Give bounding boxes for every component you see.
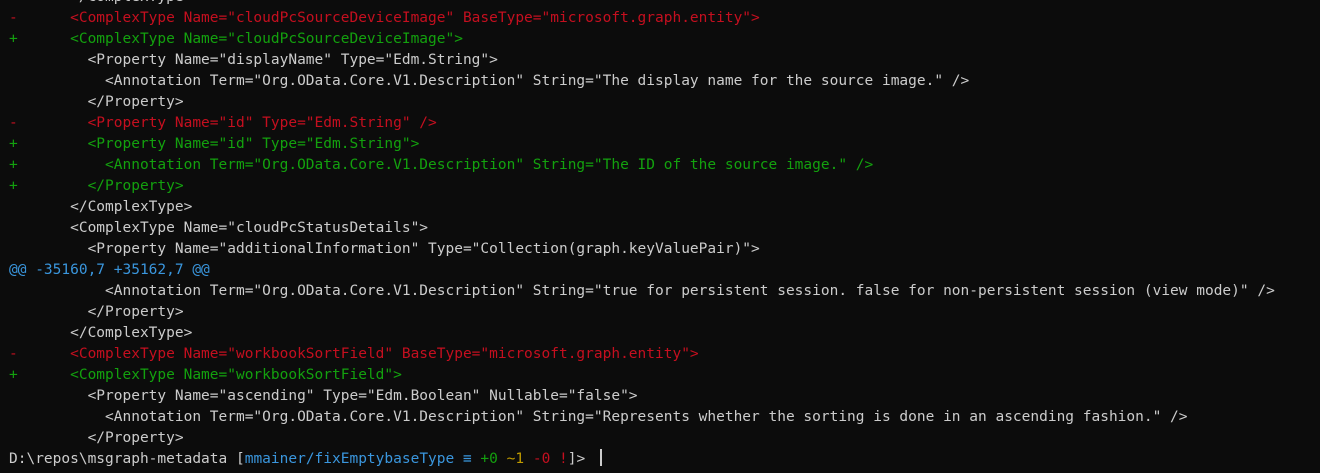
diff-context-line: <Property Name="ascending" Type="Edm.Boo… <box>9 388 638 404</box>
diff-context-line: <Property Name="displayName" Type="Edm.S… <box>9 52 498 68</box>
diff-context-line: <Annotation Term="Org.OData.Core.V1.Desc… <box>9 283 1275 299</box>
diff-context-line: </Property> <box>9 94 184 110</box>
diff-added-line: + <Annotation Term="Org.OData.Core.V1.De… <box>9 157 874 173</box>
diff-context-line: <Annotation Term="Org.OData.Core.V1.Desc… <box>9 409 1188 425</box>
diff-context-line: <ComplexType Name="cloudPcStatusDetails"… <box>9 220 429 236</box>
prompt-close-bracket: ]> <box>567 451 594 467</box>
diff-context-line: </ComplexType> <box>0 0 1320 8</box>
terminal-window[interactable]: </ComplexType> - <ComplexType Name="cloud… <box>0 0 1320 473</box>
git-stat-deleted: -0 <box>524 451 551 467</box>
git-stat-modified: ~1 <box>497 451 525 467</box>
diff-added-line: + </Property> <box>9 178 184 194</box>
diff-added-line: + <Property Name="id" Type="Edm.String"> <box>9 136 420 152</box>
diff-context-line: </Property> <box>9 304 184 320</box>
git-stat-added: +0 <box>471 451 498 467</box>
prompt-open-bracket: [ <box>235 451 245 467</box>
diff-context-line: </ComplexType> <box>9 199 193 215</box>
diff-output: </ComplexType> - <ComplexType Name="cloud… <box>0 0 1320 470</box>
git-stat-flag: ! <box>550 451 568 467</box>
git-sync-status: ≡ <box>454 451 472 467</box>
prompt-path: D:\repos\msgraph-metadata <box>9 451 236 467</box>
diff-hunk-header: @@ -35160,7 +35162,7 @@ <box>9 262 210 278</box>
diff-context-line: </ComplexType> <box>9 325 193 341</box>
git-branch-name: mmainer/fixEmptybaseType <box>244 451 455 467</box>
diff-context-line: </Property> <box>9 430 184 446</box>
diff-removed-line: - <ComplexType Name="cloudPcSourceDevice… <box>9 10 760 26</box>
text-cursor[interactable] <box>599 449 602 466</box>
diff-added-line: + <ComplexType Name="cloudPcSourceDevice… <box>9 31 463 47</box>
diff-added-line: + <ComplexType Name="workbookSortField"> <box>9 367 402 383</box>
diff-removed-line: - <Property Name="id" Type="Edm.String" … <box>9 115 437 131</box>
prompt-line[interactable]: D:\repos\msgraph-metadata [mmainer/fixEm… <box>0 449 1320 470</box>
diff-context-line: <Annotation Term="Org.OData.Core.V1.Desc… <box>9 73 970 89</box>
diff-removed-line: - <ComplexType Name="workbookSortField" … <box>9 346 699 362</box>
diff-context-line: <Property Name="additionalInformation" T… <box>9 241 760 257</box>
